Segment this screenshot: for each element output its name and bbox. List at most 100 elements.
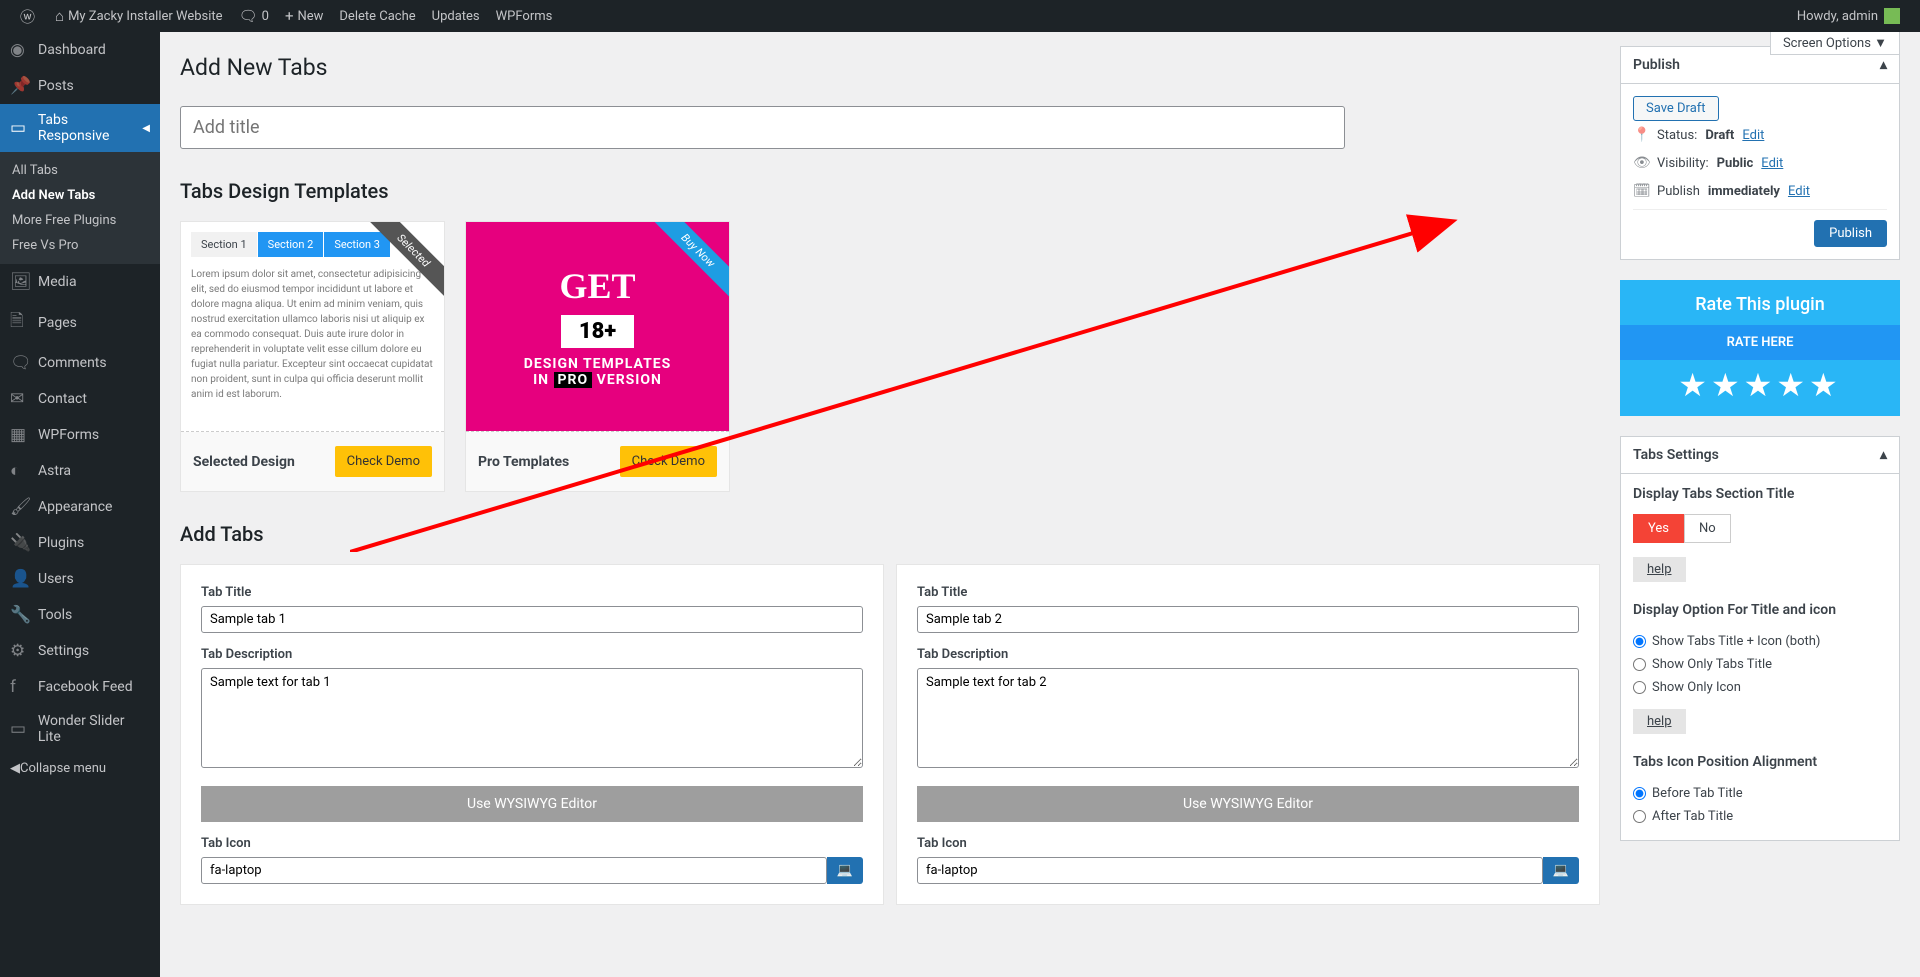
admin-sidemenu: ◉Dashboard 📌Posts ▭Tabs Responsive◀ All … [0,32,160,977]
plus-icon: + [285,7,294,25]
menu-tabs-responsive[interactable]: ▭Tabs Responsive◀ [0,104,160,152]
tab-icon-input[interactable] [917,857,1543,884]
user-icon: 👤 [10,569,30,589]
radio-label: After Tab Title [1652,809,1733,824]
menu-facebook-feed[interactable]: fFacebook Feed [0,669,160,705]
menu-plugins[interactable]: 🔌Plugins [0,525,160,561]
demo-tab: Section 1 [191,232,257,257]
brush-icon: 🖌 [10,497,30,517]
admin-bar: ⓦ ⌂My Zacky Installer Website 🗨0 +New De… [0,0,1920,32]
wp-logo[interactable]: ⓦ [12,0,47,32]
yes-no-toggle: Yes No [1633,514,1887,543]
screen-options-button[interactable]: Screen Options ▼ [1770,32,1900,55]
eye-icon: 👁 [1633,155,1649,171]
tab-title-input[interactable] [201,606,863,633]
radio-after[interactable] [1633,810,1646,823]
sub-free-vs-pro[interactable]: Free Vs Pro [0,233,160,258]
stars-icon: ★★★★★ [1620,366,1900,404]
publish-postbox: Publish▴ Save Draft 📍Status: Draft Edit … [1620,46,1900,260]
radio-label: Show Tabs Title + Icon (both) [1652,634,1820,649]
home-icon: ⌂ [55,7,64,25]
chevron-up-icon: ▴ [1880,447,1887,463]
tab-description-textarea[interactable]: Sample text for tab 1 [201,668,863,768]
menu-contact[interactable]: ✉Contact [0,381,160,417]
design-templates-text: DESIGN TEMPLATES [524,356,672,372]
tab-icon-input[interactable] [201,857,827,884]
demo-tab: Section 2 [258,232,324,257]
icon-picker-button[interactable]: 💻 [1543,857,1579,884]
rate-here-button[interactable]: RATE HERE [1620,325,1900,360]
astra-icon: ◐ [10,461,30,481]
sub-all-tabs[interactable]: All Tabs [0,158,160,183]
menu-pages[interactable]: 🗎Pages [0,300,160,345]
save-draft-button[interactable]: Save Draft [1633,96,1719,121]
collapse-icon: ◀ [10,761,20,776]
sub-add-new-tabs[interactable]: Add New Tabs [0,183,160,208]
menu-dashboard[interactable]: ◉Dashboard [0,32,160,68]
new-link[interactable]: +New [277,0,331,32]
settings-header[interactable]: Tabs Settings▴ [1621,437,1899,474]
site-link[interactable]: ⌂My Zacky Installer Website [47,0,231,32]
help-button[interactable]: help [1633,709,1686,734]
tab-title-input[interactable] [917,606,1579,633]
toggle-yes[interactable]: Yes [1633,514,1684,543]
menu-users[interactable]: 👤Users [0,561,160,597]
add-tabs-row: Tab Title Tab Description Sample text fo… [180,564,1600,905]
radio-label: Show Only Icon [1652,680,1741,695]
main-content: Screen Options ▼ Add New Tabs Tabs Desig… [160,32,1920,977]
display-title-label: Display Tabs Section Title [1633,486,1887,502]
menu-posts[interactable]: 📌Posts [0,68,160,104]
rate-heading: Rate This plugin [1620,294,1900,315]
icon-picker-button[interactable]: 💻 [827,857,863,884]
tab-title-label: Tab Title [201,585,863,600]
menu-media[interactable]: 🖼Media [0,264,160,300]
menu-wonder-slider[interactable]: ▭Wonder Slider Lite [0,705,160,753]
pro-version-text: IN PRO VERSION [533,372,662,388]
check-demo-button[interactable]: Check Demo [620,446,717,477]
radio-label: Show Only Tabs Title [1652,657,1772,672]
sub-more-plugins[interactable]: More Free Plugins [0,208,160,233]
collapse-menu[interactable]: ◀Collapse menu [0,753,160,784]
slider-icon: ▭ [10,719,30,739]
help-button[interactable]: help [1633,557,1686,582]
check-demo-button[interactable]: Check Demo [335,446,432,477]
updates-link[interactable]: Updates [424,0,488,32]
menu-settings[interactable]: ⚙Settings [0,633,160,669]
menu-astra[interactable]: ◐Astra [0,453,160,489]
sliders-icon: ⚙ [10,641,30,661]
calendar-icon: 🗓 [1633,183,1649,199]
get-text: GET [559,265,635,307]
edit-schedule-link[interactable]: Edit [1788,184,1810,199]
comment-icon: 🗨 [239,7,258,25]
publish-button[interactable]: Publish [1814,220,1887,247]
menu-wpforms[interactable]: ▦WPForms [0,417,160,453]
post-title-input[interactable] [180,106,1345,149]
radio-title-only[interactable] [1633,658,1646,671]
wysiwyg-button[interactable]: Use WYSIWYG Editor [917,786,1579,822]
radio-before[interactable] [1633,787,1646,800]
radio-both[interactable] [1633,635,1646,648]
tab-description-label: Tab Description [917,647,1579,662]
template-card-selected[interactable]: Selected Section 1 Section 2 Section 3 L… [180,221,445,492]
menu-tools[interactable]: 🔧Tools [0,597,160,633]
edit-visibility-link[interactable]: Edit [1761,156,1783,171]
wrench-icon: 🔧 [10,605,30,625]
wysiwyg-button[interactable]: Use WYSIWYG Editor [201,786,863,822]
toggle-no[interactable]: No [1684,514,1731,543]
menu-comments[interactable]: 🗨Comments [0,345,160,381]
edit-status-link[interactable]: Edit [1742,128,1764,143]
wpforms-link[interactable]: WPForms [488,0,561,32]
pin-icon: 📌 [10,76,30,96]
howdy-link[interactable]: Howdy, admin [1789,0,1908,32]
template-card-pro[interactable]: Buy Now GET 18+ DESIGN TEMPLATES IN PRO … [465,221,730,492]
tab-description-textarea[interactable]: Sample text for tab 2 [917,668,1579,768]
delete-cache-link[interactable]: Delete Cache [331,0,423,32]
display-option-label: Display Option For Title and icon [1633,602,1887,618]
facebook-icon: f [10,677,30,697]
radio-icon-only[interactable] [1633,681,1646,694]
plug-icon: 🔌 [10,533,30,553]
template-label: Pro Templates [478,454,569,470]
submenu-tabs: All Tabs Add New Tabs More Free Plugins … [0,152,160,264]
menu-appearance[interactable]: 🖌Appearance [0,489,160,525]
comments-link[interactable]: 🗨0 [231,0,277,32]
